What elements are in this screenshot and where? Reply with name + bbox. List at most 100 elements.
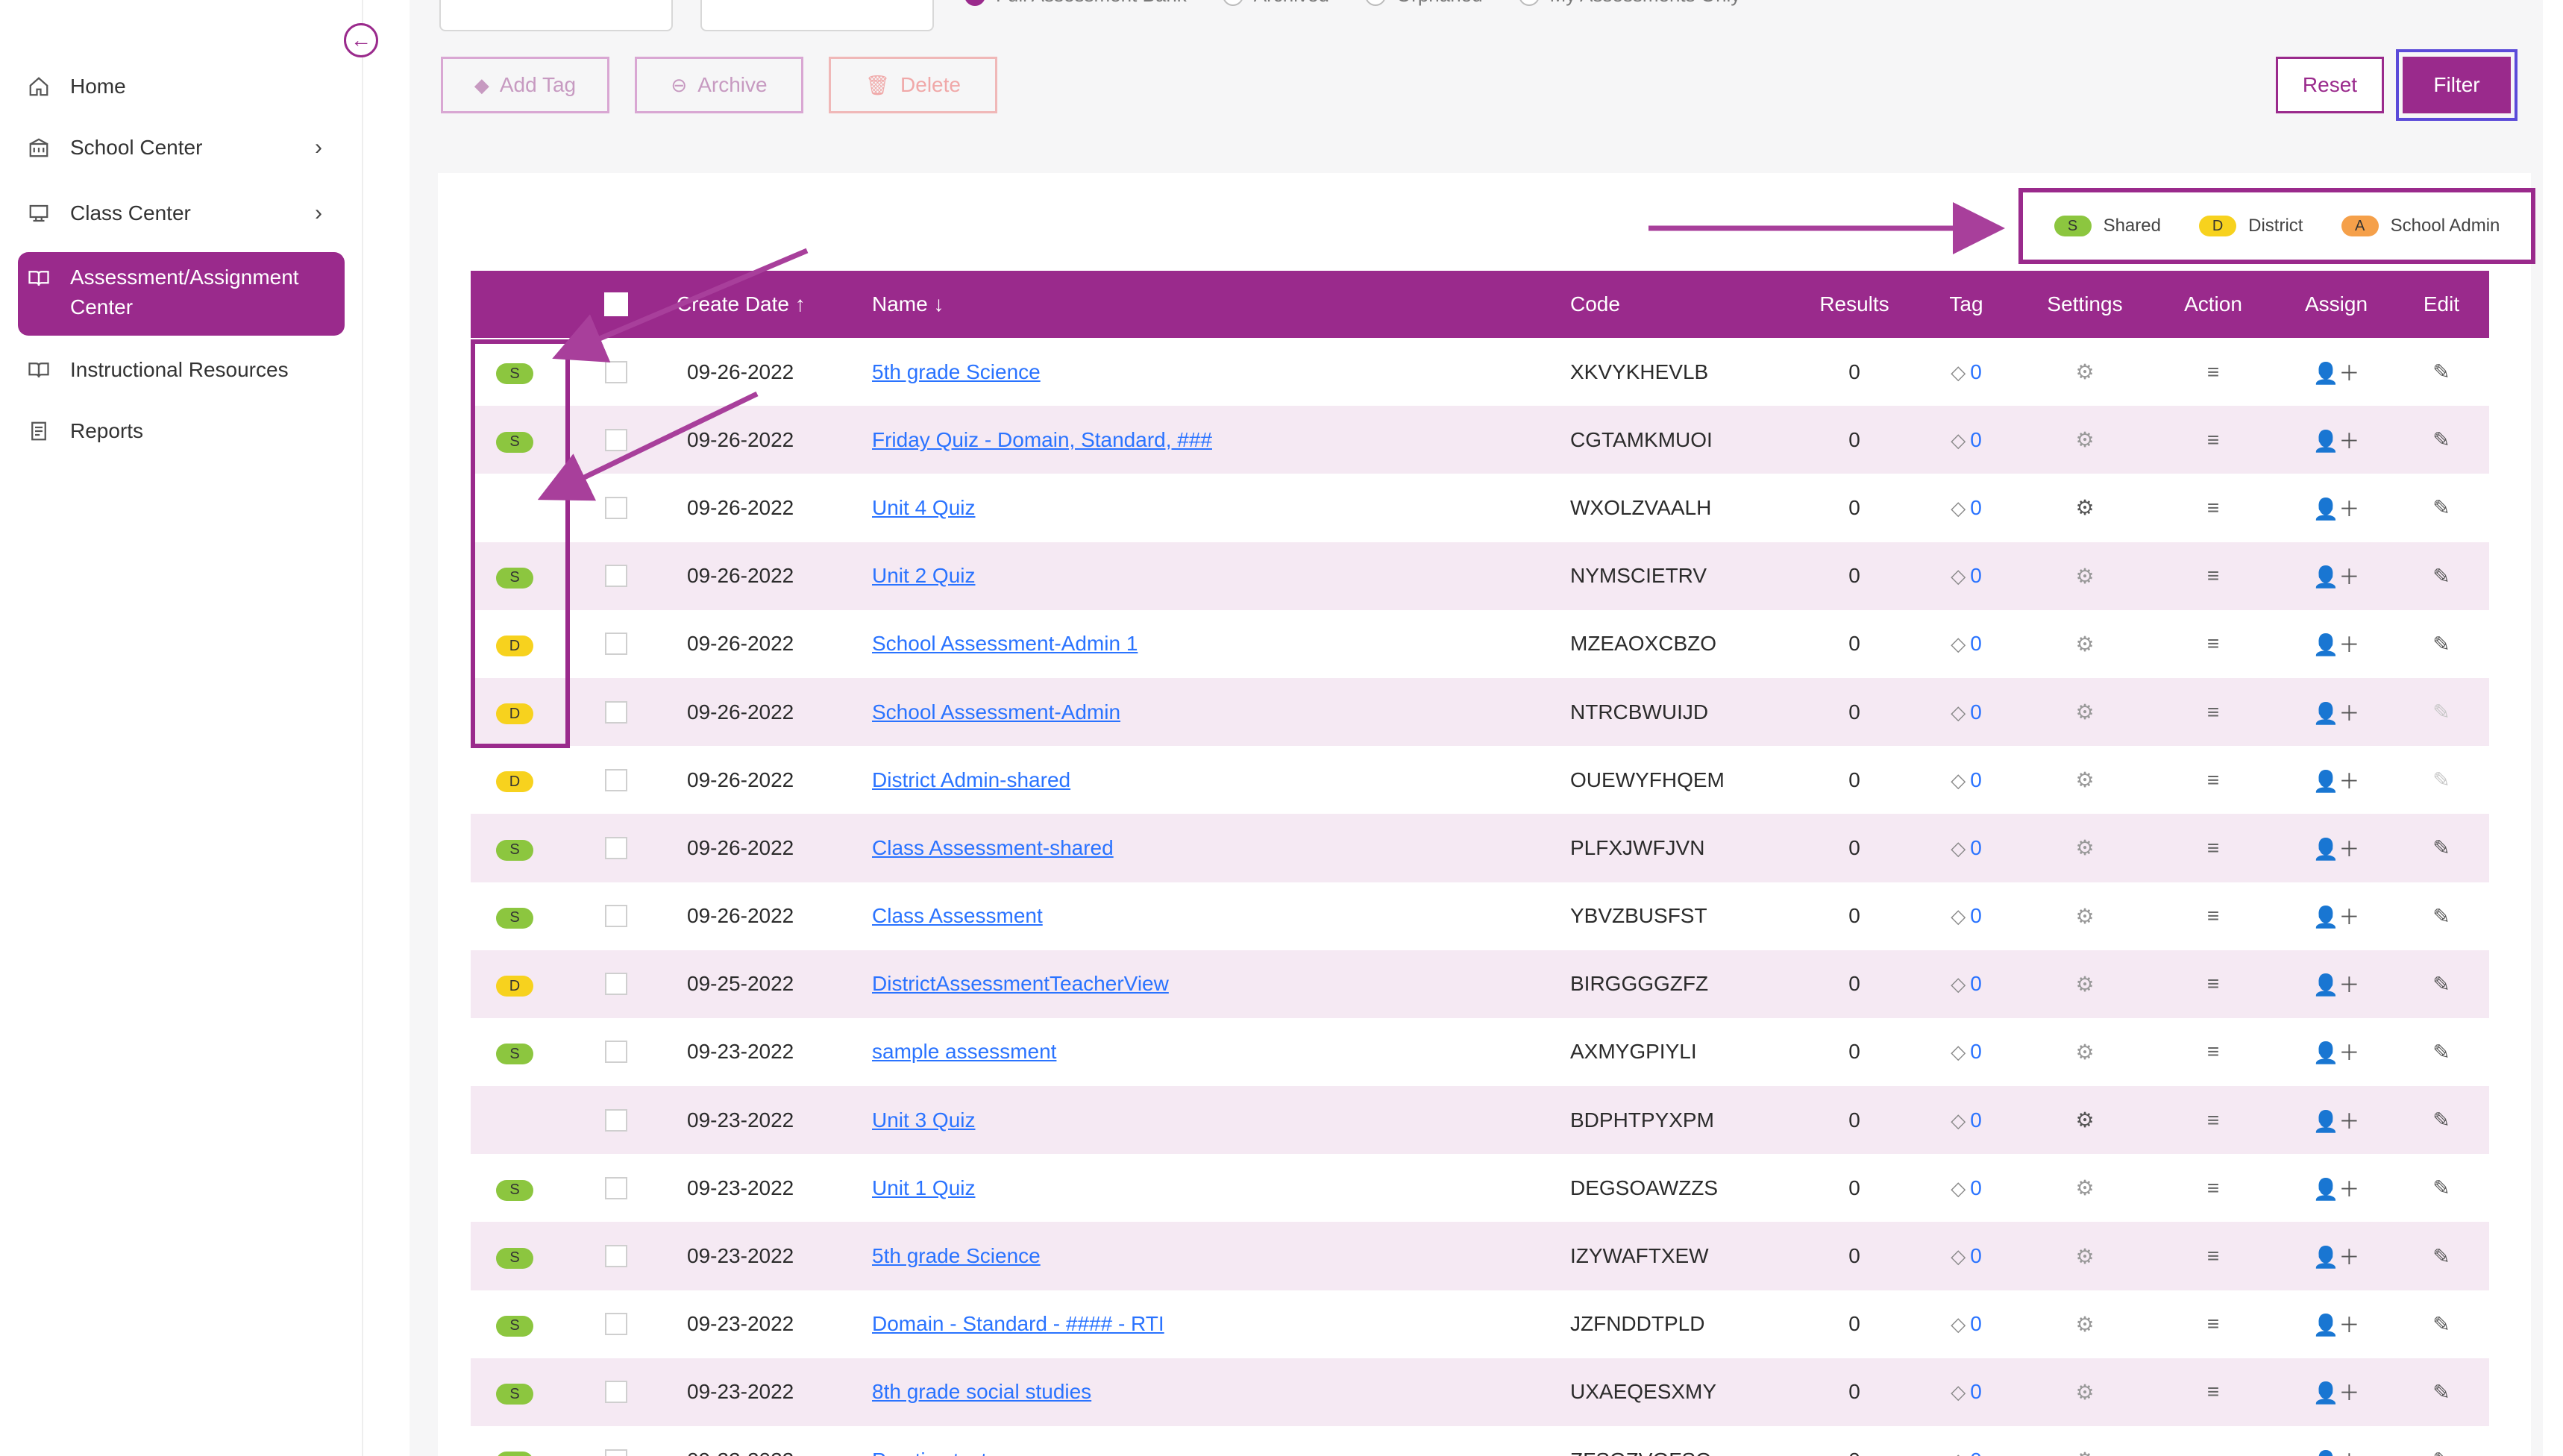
menu-lines-icon[interactable]: ≡ bbox=[2207, 496, 2219, 519]
assign-user-icon[interactable]: 👤＋ bbox=[2313, 770, 2360, 793]
menu-lines-icon[interactable]: ≡ bbox=[2207, 564, 2219, 587]
gear-icon[interactable]: ⚙ bbox=[2075, 1041, 2094, 1064]
filter-field-2[interactable] bbox=[700, 0, 934, 31]
assign-user-icon[interactable]: 👤＋ bbox=[2313, 1110, 2360, 1133]
tag-count[interactable]: ◇0 bbox=[1910, 700, 2022, 724]
tag-count[interactable]: ◇0 bbox=[1910, 1380, 2022, 1404]
assign-user-icon[interactable]: 👤＋ bbox=[2313, 973, 2360, 997]
menu-lines-icon[interactable]: ≡ bbox=[2207, 360, 2219, 383]
row-checkbox[interactable] bbox=[605, 905, 627, 928]
edit-icon[interactable]: ✎ bbox=[2432, 633, 2450, 656]
assign-user-icon[interactable]: 👤＋ bbox=[2313, 1381, 2360, 1405]
edit-icon[interactable]: ✎ bbox=[2432, 496, 2450, 519]
menu-lines-icon[interactable]: ≡ bbox=[2207, 428, 2219, 451]
edit-icon[interactable]: ✎ bbox=[2432, 836, 2450, 859]
menu-lines-icon[interactable]: ≡ bbox=[2207, 972, 2219, 995]
select-all-checkbox[interactable] bbox=[604, 292, 628, 316]
row-checkbox[interactable] bbox=[605, 496, 627, 519]
edit-icon[interactable]: ✎ bbox=[2432, 1313, 2450, 1336]
gear-icon[interactable]: ⚙ bbox=[2075, 973, 2094, 996]
row-checkbox[interactable] bbox=[605, 1313, 627, 1336]
tag-count[interactable]: ◇0 bbox=[1910, 632, 2022, 656]
assessment-name-link[interactable]: 5th grade Science bbox=[872, 1244, 1041, 1267]
assign-user-icon[interactable]: 👤＋ bbox=[2313, 1246, 2360, 1269]
sidebar-item-assessment-center[interactable]: Assessment/Assignment Center bbox=[18, 252, 345, 336]
edit-icon[interactable]: ✎ bbox=[2432, 1041, 2450, 1064]
sidebar-item-instructional-resources[interactable]: Instructional Resources bbox=[18, 351, 345, 389]
filter-button[interactable]: Filter bbox=[2403, 57, 2511, 113]
assign-user-icon[interactable]: 👤＋ bbox=[2313, 565, 2360, 589]
sidebar-item-home[interactable]: Home bbox=[18, 67, 345, 106]
gear-icon[interactable]: ⚙ bbox=[2075, 700, 2094, 724]
gear-icon[interactable]: ⚙ bbox=[2075, 1381, 2094, 1404]
delete-button[interactable]: 🗑 Delete bbox=[829, 57, 997, 113]
row-checkbox[interactable] bbox=[605, 1176, 627, 1199]
menu-lines-icon[interactable]: ≡ bbox=[2207, 632, 2219, 655]
assign-user-icon[interactable]: 👤＋ bbox=[2313, 1178, 2360, 1201]
edit-icon[interactable]: ✎ bbox=[2432, 768, 2450, 791]
gear-icon[interactable]: ⚙ bbox=[2075, 633, 2094, 656]
gear-icon[interactable]: ⚙ bbox=[2075, 768, 2094, 791]
row-checkbox[interactable] bbox=[605, 1041, 627, 1064]
assessment-name-link[interactable]: Class Assessment-shared bbox=[872, 836, 1114, 859]
assign-user-icon[interactable]: 👤＋ bbox=[2313, 906, 2360, 929]
sidebar-item-class-center[interactable]: Class Center › bbox=[18, 194, 345, 233]
radio-full-bank[interactable]: Full Assessment Bank bbox=[964, 0, 1187, 7]
menu-lines-icon[interactable]: ≡ bbox=[2207, 1176, 2219, 1199]
row-checkbox[interactable] bbox=[605, 633, 627, 656]
row-checkbox[interactable] bbox=[605, 1449, 627, 1456]
tag-count[interactable]: ◇0 bbox=[1910, 1312, 2022, 1336]
edit-icon[interactable]: ✎ bbox=[2432, 700, 2450, 724]
assign-user-icon[interactable]: 👤＋ bbox=[2313, 1314, 2360, 1337]
sort-create-date[interactable]: Create Date ↑ bbox=[672, 292, 872, 316]
assessment-name-link[interactable]: 5th grade Science bbox=[872, 360, 1041, 383]
add-tag-button[interactable]: ◆ Add Tag bbox=[441, 57, 609, 113]
radio-archived[interactable]: Archived bbox=[1222, 0, 1329, 7]
edit-icon[interactable]: ✎ bbox=[2432, 905, 2450, 928]
menu-lines-icon[interactable]: ≡ bbox=[2207, 1380, 2219, 1403]
menu-lines-icon[interactable]: ≡ bbox=[2207, 1040, 2219, 1063]
menu-lines-icon[interactable]: ≡ bbox=[2207, 1244, 2219, 1267]
collapse-sidebar-button[interactable]: ← bbox=[344, 23, 378, 57]
assessment-name-link[interactable]: School Assessment-Admin bbox=[872, 700, 1120, 724]
assessment-name-link[interactable]: 8th grade social studies bbox=[872, 1380, 1091, 1403]
menu-lines-icon[interactable]: ≡ bbox=[2207, 904, 2219, 927]
assign-user-icon[interactable]: 👤＋ bbox=[2313, 633, 2360, 656]
archive-button[interactable]: ⊖ Archive bbox=[635, 57, 803, 113]
assessment-name-link[interactable]: District Admin-shared bbox=[872, 768, 1070, 791]
edit-icon[interactable]: ✎ bbox=[2432, 428, 2450, 451]
tag-count[interactable]: ◇0 bbox=[1910, 1244, 2022, 1268]
gear-icon[interactable]: ⚙ bbox=[2075, 1108, 2094, 1132]
gear-icon[interactable]: ⚙ bbox=[2075, 836, 2094, 859]
tag-count[interactable]: ◇0 bbox=[1910, 972, 2022, 996]
gear-icon[interactable]: ⚙ bbox=[2075, 905, 2094, 928]
tag-count[interactable]: ◇0 bbox=[1910, 1040, 2022, 1064]
edit-icon[interactable]: ✎ bbox=[2432, 1176, 2450, 1199]
tag-count[interactable]: ◇0 bbox=[1910, 496, 2022, 520]
edit-icon[interactable]: ✎ bbox=[2432, 565, 2450, 588]
row-checkbox[interactable] bbox=[605, 1381, 627, 1404]
gear-icon[interactable]: ⚙ bbox=[2075, 428, 2094, 451]
edit-icon[interactable]: ✎ bbox=[2432, 1108, 2450, 1132]
assessment-name-link[interactable]: DistrictAssessmentTeacherView bbox=[872, 972, 1169, 995]
assign-user-icon[interactable]: 👤＋ bbox=[2313, 498, 2360, 521]
assessment-name-link[interactable]: Unit 4 Quiz bbox=[872, 496, 976, 519]
tag-count[interactable]: ◇0 bbox=[1910, 1176, 2022, 1200]
tag-count[interactable]: ◇0 bbox=[1910, 836, 2022, 860]
assign-user-icon[interactable]: 👤＋ bbox=[2313, 702, 2360, 725]
menu-lines-icon[interactable]: ≡ bbox=[2207, 1108, 2219, 1132]
filter-field-1[interactable] bbox=[439, 0, 673, 31]
assessment-name-link[interactable]: sample assessment bbox=[872, 1040, 1056, 1063]
menu-lines-icon[interactable]: ≡ bbox=[2207, 836, 2219, 859]
sidebar-item-school-center[interactable]: School Center › bbox=[18, 128, 345, 167]
row-checkbox[interactable] bbox=[605, 565, 627, 588]
gear-icon[interactable]: ⚙ bbox=[2075, 360, 2094, 383]
assign-user-icon[interactable]: 👤＋ bbox=[2313, 1450, 2360, 1456]
row-checkbox[interactable] bbox=[605, 836, 627, 859]
tag-count[interactable]: ◇0 bbox=[1910, 428, 2022, 452]
edit-icon[interactable]: ✎ bbox=[2432, 1381, 2450, 1404]
tag-count[interactable]: ◇0 bbox=[1910, 1449, 2022, 1456]
menu-lines-icon[interactable]: ≡ bbox=[2207, 1312, 2219, 1335]
assessment-name-link[interactable]: School Assessment-Admin 1 bbox=[872, 632, 1138, 655]
row-checkbox[interactable] bbox=[605, 768, 627, 791]
